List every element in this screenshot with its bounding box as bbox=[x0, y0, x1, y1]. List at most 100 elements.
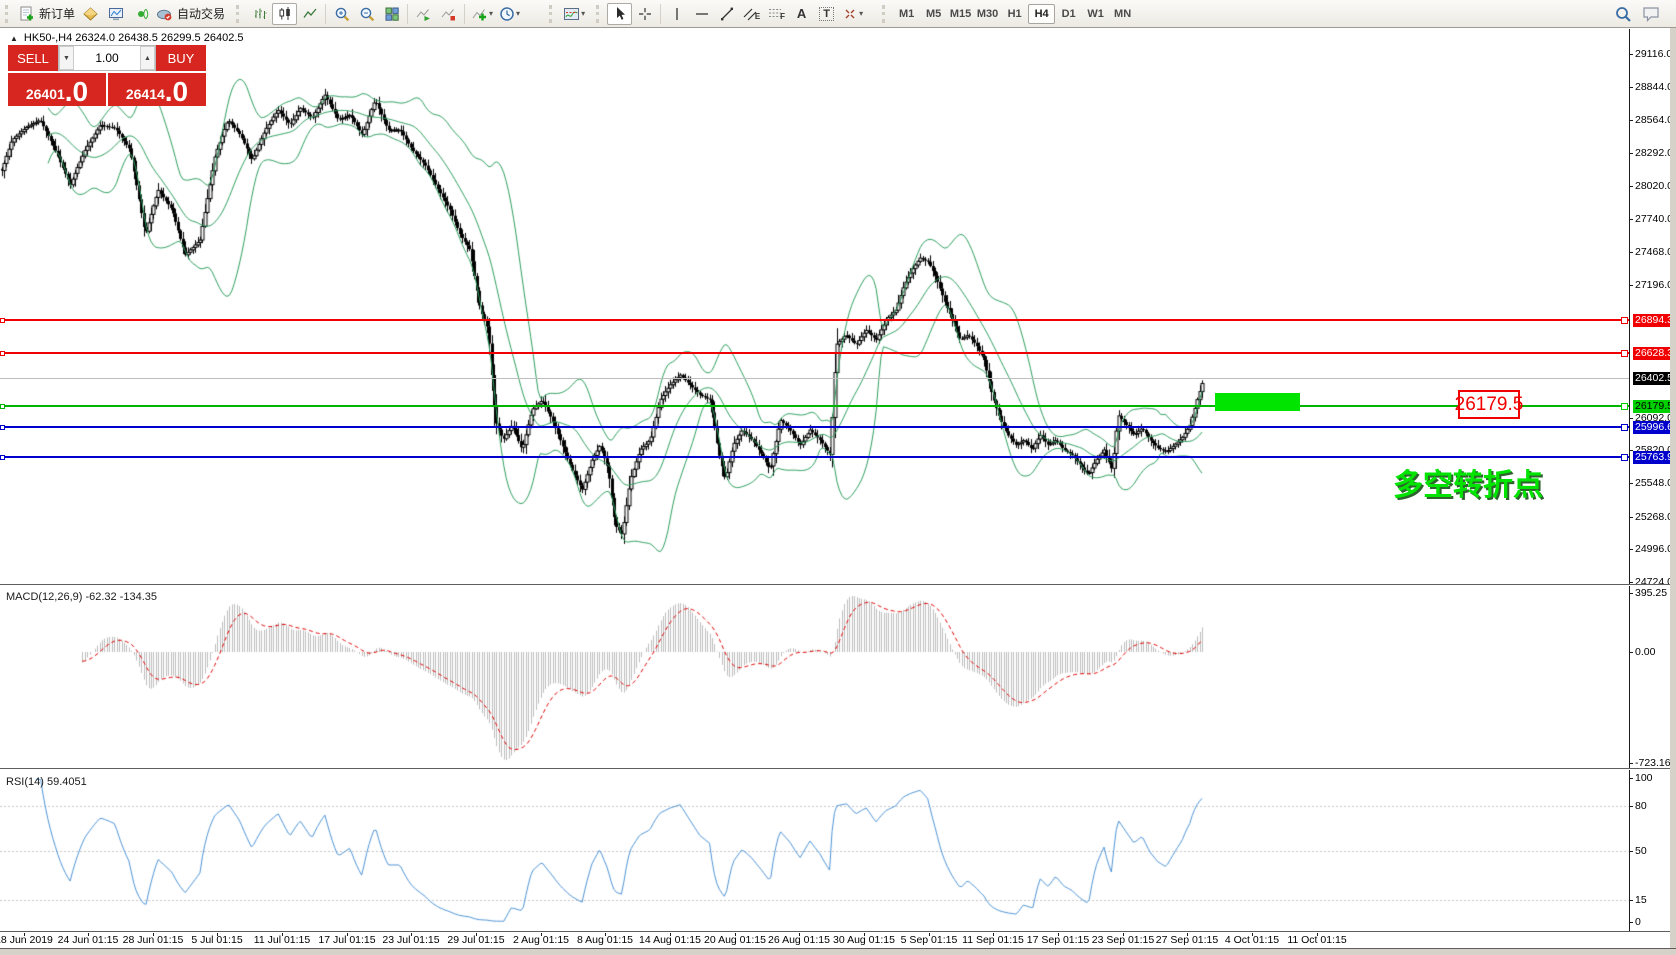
arrows-dropdown-caret[interactable]: ▾ bbox=[859, 9, 863, 18]
vertical-line-tool-button[interactable] bbox=[664, 3, 689, 25]
zoom-out-button[interactable] bbox=[354, 3, 379, 25]
line-end-square bbox=[0, 351, 5, 356]
line-anchor-square bbox=[1621, 403, 1628, 410]
price-tick-label: 28292.0 bbox=[1635, 147, 1673, 159]
horizontal-line-tool-button[interactable] bbox=[689, 3, 714, 25]
volume-field[interactable]: 1.00 bbox=[74, 46, 140, 70]
text-label-tool-button[interactable]: T bbox=[814, 3, 839, 25]
timeframe-button-w1[interactable]: W1 bbox=[1082, 4, 1109, 24]
timeframe-button-m5[interactable]: M5 bbox=[920, 4, 947, 24]
timeframe-button-m15[interactable]: M15 bbox=[947, 4, 974, 24]
date-tick-label: 4 Oct 01:15 bbox=[1225, 934, 1279, 946]
arrows-tool-button[interactable]: ▾ bbox=[839, 3, 866, 25]
volume-increase-button[interactable]: ▲ bbox=[140, 46, 155, 70]
tile-windows-icon bbox=[384, 6, 400, 22]
toolbar-drag-handle[interactable] bbox=[596, 5, 604, 23]
sell-button[interactable]: SELL bbox=[8, 45, 58, 71]
toolbar-drag-handle[interactable] bbox=[549, 5, 557, 23]
rsi-indicator-label: RSI(14) 59.4051 bbox=[6, 776, 87, 788]
support-line-blue-2[interactable] bbox=[0, 456, 1629, 458]
one-click-trading-panel: SELL ▼ 1.00 ▲ BUY 26401 .0 26414 .0 bbox=[8, 45, 206, 106]
macd-tick-label: 395.25 bbox=[1635, 587, 1667, 599]
date-tick-label: 11 Jul 01:15 bbox=[254, 934, 310, 946]
date-tick-label: 28 Jun 01:15 bbox=[123, 934, 184, 946]
timeframe-button-d1[interactable]: D1 bbox=[1055, 4, 1082, 24]
timeframe-button-mn[interactable]: MN bbox=[1109, 4, 1136, 24]
timeframe-button-h4[interactable]: H4 bbox=[1028, 4, 1055, 24]
price-tick bbox=[1629, 418, 1633, 419]
sell-price-display[interactable]: 26401 .0 bbox=[8, 73, 106, 106]
timeframe-button-m30[interactable]: M30 bbox=[974, 4, 1001, 24]
toolbar-drag-handle[interactable] bbox=[882, 5, 890, 23]
date-tick-label: 30 Aug 01:15 bbox=[833, 934, 895, 946]
indicators-button[interactable]: ▾ bbox=[468, 3, 496, 25]
bar-chart-type-button[interactable] bbox=[247, 3, 272, 25]
last-price-line[interactable] bbox=[0, 378, 1629, 379]
resistance-line-1[interactable] bbox=[0, 319, 1629, 321]
metatrader-window: 新订单 自动交易 bbox=[0, 0, 1676, 955]
macd-pane-splitter[interactable] bbox=[0, 584, 1676, 586]
template-button[interactable]: ▾ bbox=[560, 3, 588, 25]
date-tick-label: 23 Sep 01:15 bbox=[1092, 934, 1154, 946]
candlestick-chart-type-button[interactable] bbox=[272, 3, 297, 25]
profiles-button[interactable] bbox=[103, 3, 128, 25]
date-tick-label: 26 Aug 01:15 bbox=[768, 934, 830, 946]
line-chart-type-button[interactable] bbox=[297, 3, 322, 25]
support-line-blue-1[interactable] bbox=[0, 426, 1629, 428]
price-annotation-label[interactable]: 26179.5 bbox=[1458, 390, 1520, 419]
date-tick-label: 2 Aug 01:15 bbox=[513, 934, 569, 946]
cursor-tool-button[interactable] bbox=[607, 3, 632, 25]
highlight-band-rectangle[interactable] bbox=[1215, 393, 1300, 411]
equidistant-channel-tool-button[interactable]: E bbox=[739, 3, 764, 25]
auto-trading-button[interactable]: 自动交易 bbox=[153, 3, 228, 25]
buy-price-display[interactable]: 26414 .0 bbox=[108, 73, 206, 106]
chart-shift-button[interactable] bbox=[436, 3, 461, 25]
tile-windows-button[interactable] bbox=[379, 3, 404, 25]
template-dropdown-caret[interactable]: ▾ bbox=[581, 9, 585, 18]
timeframe-button-m1[interactable]: M1 bbox=[893, 4, 920, 24]
date-axis-border bbox=[0, 931, 1676, 933]
date-tick-label: 27 Sep 01:15 bbox=[1156, 934, 1218, 946]
price-tick-label: 24996.0 bbox=[1635, 543, 1673, 555]
auto-trading-label: 自动交易 bbox=[177, 5, 225, 22]
fibonacci-tool-button[interactable]: F bbox=[764, 3, 789, 25]
price-tick bbox=[1629, 285, 1633, 286]
chart-title: ▲ HK50-,H4 26324.0 26438.5 26299.5 26402… bbox=[10, 32, 244, 44]
search-icon[interactable] bbox=[1614, 5, 1632, 23]
date-tick-label: 5 Sep 01:15 bbox=[901, 934, 958, 946]
buy-price-main: 26414 bbox=[126, 84, 165, 104]
new-order-button[interactable]: 新订单 bbox=[16, 3, 78, 25]
date-tick-label: 20 Aug 01:15 bbox=[704, 934, 766, 946]
rsi-tick-label: 100 bbox=[1635, 772, 1653, 784]
chat-icon[interactable] bbox=[1642, 5, 1662, 23]
rsi-tick-label: 15 bbox=[1635, 894, 1647, 906]
text-tool-button[interactable]: A bbox=[789, 3, 814, 25]
price-tick bbox=[1629, 87, 1633, 88]
periods-button[interactable]: ▾ bbox=[496, 3, 523, 25]
new-chart-button[interactable] bbox=[78, 3, 103, 25]
crosshair-tool-button[interactable] bbox=[632, 3, 657, 25]
timeframe-button-h1[interactable]: H1 bbox=[1001, 4, 1028, 24]
volume-decrease-button[interactable]: ▼ bbox=[59, 46, 74, 70]
main-toolbar: 新订单 自动交易 bbox=[0, 0, 1676, 28]
rsi-pane-splitter[interactable] bbox=[0, 768, 1676, 770]
toolbar-drag-handle[interactable] bbox=[236, 5, 244, 23]
zoom-in-button[interactable] bbox=[329, 3, 354, 25]
periods-dropdown-caret[interactable]: ▾ bbox=[516, 9, 520, 18]
collapse-icon[interactable]: ▲ bbox=[10, 34, 18, 43]
pivot-line-green[interactable] bbox=[0, 405, 1629, 407]
auto-scroll-button[interactable] bbox=[411, 3, 436, 25]
price-tick bbox=[1629, 517, 1633, 518]
price-tick bbox=[1629, 54, 1633, 55]
trendline-tool-button[interactable] bbox=[714, 3, 739, 25]
indicators-dropdown-caret[interactable]: ▾ bbox=[489, 9, 493, 18]
buy-button[interactable]: BUY bbox=[156, 45, 206, 71]
new-order-label: 新订单 bbox=[39, 5, 75, 22]
alerts-button[interactable] bbox=[128, 3, 153, 25]
cursor-icon bbox=[612, 6, 628, 22]
resistance-line-2[interactable] bbox=[0, 352, 1629, 354]
toolbar-drag-handle[interactable] bbox=[5, 5, 13, 23]
turning-point-annotation[interactable]: 多空转折点 bbox=[1393, 460, 1543, 504]
date-tick-label: 17 Sep 01:15 bbox=[1027, 934, 1089, 946]
price-tick-label: 28020.0 bbox=[1635, 180, 1673, 192]
